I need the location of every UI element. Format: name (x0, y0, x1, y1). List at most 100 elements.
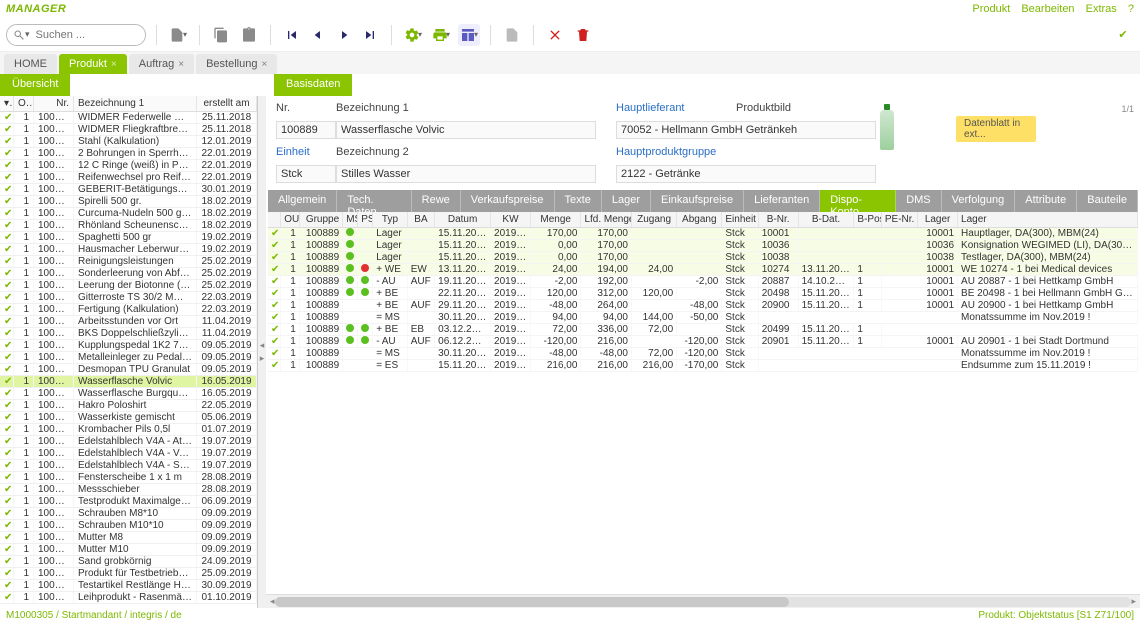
tab-produkt[interactable]: Produkt× (59, 54, 127, 74)
table-row[interactable]: ✔1100889+ BEAUF29.11.20192019/48-48,0026… (268, 300, 1138, 312)
detail-tab-lieferanten[interactable]: Lieferanten (744, 190, 820, 212)
list-item[interactable]: ✔11008632 Bohrungen in Sperrholzzuschnit… (0, 148, 257, 160)
close-icon[interactable]: × (111, 59, 117, 70)
detail-tab-verkaufspreise[interactable]: Verkaufspreise (461, 190, 555, 212)
list-item[interactable]: ✔1100891Wasserflasche Burgquelle16.05.20… (0, 388, 257, 400)
table-row[interactable]: ✔1100889Lager15.11.20192019/460,00170,00… (268, 252, 1138, 264)
list-item[interactable]: ✔1100860WIDMER Fliegkraftbremse25.11.201… (0, 124, 257, 136)
datenblatt-badge[interactable]: Datenblatt in ext... (956, 116, 1036, 142)
detail-tab-lager[interactable]: Lager (602, 190, 651, 212)
table-row[interactable]: ✔1100889- AUAUF19.11.20192019/47-2,00192… (268, 276, 1138, 288)
detail-col-header[interactable]: PS (358, 212, 373, 227)
detail-col-header[interactable]: BA (408, 212, 435, 227)
table-row[interactable]: ✔1100889= MS30.11.20192019/4894,0094,001… (268, 312, 1138, 324)
table-row[interactable]: ✔1100889Lager15.11.20192019/46170,00170,… (268, 228, 1138, 240)
list-item[interactable]: ✔1100903Wasserkiste gemischt05.06.2019 (0, 412, 257, 424)
detail-col-header[interactable]: MS (343, 212, 358, 227)
list-item[interactable]: ✔1100870Curcuma-Nudeln 500 gr Spirelli-.… (0, 208, 257, 220)
list-item[interactable]: ✔110086412 C Ringe (weiß) in Polybeutel … (0, 160, 257, 172)
list-item[interactable]: ✔1100887Metalleinleger zu Pedal 1K2 721 … (0, 352, 257, 364)
col-nr[interactable]: Nr. (34, 96, 74, 111)
list-item[interactable]: ✔1100885BKS Doppelschließzylinder11.04.2… (0, 328, 257, 340)
detail-col-header[interactable]: OU (281, 212, 300, 227)
field-einheit[interactable]: Stck (276, 165, 336, 183)
horizontal-scrollbar[interactable]: ◂ ▸ (266, 594, 1140, 608)
detail-col-header[interactable]: Datum (435, 212, 491, 227)
list-item[interactable]: ✔1100879Leerung der Biotonne (Biosomm...… (0, 280, 257, 292)
detail-col-header[interactable]: Lager (958, 212, 1138, 227)
menu-help[interactable]: ? (1128, 3, 1134, 15)
left-subtab-uebersicht[interactable]: Übersicht (0, 74, 70, 96)
prev-icon[interactable] (307, 24, 329, 46)
layout-button[interactable]: ▾ (458, 24, 480, 46)
detail-tab-einkaufspreise[interactable]: Einkaufspreise (651, 190, 744, 212)
list-item[interactable]: ✔1100871Rhönland Scheunenschinken 50...1… (0, 220, 257, 232)
list-item[interactable]: ✔1100940Sand grobkörnig24.09.2019 (0, 556, 257, 568)
detail-tab-dispo-konto[interactable]: Dispo-Konto (820, 190, 896, 212)
menu-produkt[interactable]: Produkt (972, 3, 1010, 15)
list-item[interactable]: ✔1100878Sonderleerung von Abfallbehälter… (0, 268, 257, 280)
detail-col-header[interactable] (268, 212, 281, 227)
splitter[interactable]: ◂▸ (258, 96, 266, 608)
list-item[interactable]: ✔1100934Schrauben M10*1009.09.2019 (0, 520, 257, 532)
col-filter-icon[interactable]: ▾ (0, 96, 14, 111)
delete-button[interactable] (572, 24, 594, 46)
list-item[interactable]: ✔1100929Testprodukt Maximalgewicht06.09.… (0, 496, 257, 508)
list-item[interactable]: ✔1100862Stahl (Kalkulation)12.01.2019 (0, 136, 257, 148)
col-erstellt[interactable]: erstellt am (197, 96, 257, 111)
col-oe[interactable]: OE (14, 96, 34, 111)
detail-col-header[interactable]: Einheit (722, 212, 758, 227)
field-nr[interactable]: 100889 (276, 121, 336, 139)
detail-col-header[interactable]: Menge (531, 212, 582, 227)
last-icon[interactable] (359, 24, 381, 46)
detail-tab-bauteile[interactable]: Bauteile (1077, 190, 1138, 212)
list-item[interactable]: ✔1100942Produkt für Testbetriebsmittel25… (0, 568, 257, 580)
table-row[interactable]: ✔1100889Lager15.11.20192019/460,00170,00… (268, 240, 1138, 252)
lbl-hpg[interactable]: Hauptproduktgruppe (616, 146, 876, 158)
list-item[interactable]: ✔1100888Desmopan TPU Granulat09.05.2019 (0, 364, 257, 376)
list-item[interactable]: ✔1100923Edelstahlblech V4A - Attribute19… (0, 436, 257, 448)
search-box[interactable]: ▾ (6, 24, 146, 46)
new-button[interactable]: ▾ (167, 24, 189, 46)
list-item[interactable]: ✔1100889Wasserflasche Volvic16.05.2019 (0, 376, 257, 388)
close-icon[interactable]: × (178, 59, 184, 70)
first-icon[interactable] (281, 24, 303, 46)
list-item[interactable]: ✔1100935Mutter M809.09.2019 (0, 532, 257, 544)
table-row[interactable]: ✔1100889= MS30.11.20192019/48-48,00-48,0… (268, 348, 1138, 360)
detail-col-header[interactable]: Typ (373, 212, 408, 227)
field-hpg[interactable]: 2122 - Getränke (616, 165, 876, 183)
field-hauptlieferant[interactable]: 70052 - Hellmann GmbH Getränkeh (616, 121, 876, 139)
export-button[interactable] (501, 24, 523, 46)
list-item[interactable]: ✔1100873Spaghetti 500 gr19.02.2019 (0, 232, 257, 244)
tab-home[interactable]: HOME (4, 54, 57, 74)
field-bez1[interactable]: Wasserflasche Volvic (336, 121, 596, 139)
list-item[interactable]: ✔1100926Edelstahlblech V4A - Steelpreis1… (0, 460, 257, 472)
list-item[interactable]: ✔1100928Messschieber28.08.2019 (0, 484, 257, 496)
list-item[interactable]: ✔1100875Hausmacher Leberwurst 400g19.02.… (0, 244, 257, 256)
detail-tab-rewe[interactable]: Rewe (412, 190, 461, 212)
confirm-icon[interactable]: ✔ (1112, 24, 1134, 46)
list-item[interactable]: ✔1100859WIDMER Federwelle mit Kugellag..… (0, 112, 257, 124)
detail-col-header[interactable]: B-Dat. (799, 212, 855, 227)
detail-col-header[interactable]: PE-Nr. (882, 212, 918, 227)
list-item[interactable]: ✔1100927Fensterscheibe 1 x 1 m28.08.2019 (0, 472, 257, 484)
detail-col-header[interactable]: Abgang (677, 212, 722, 227)
list-item[interactable]: ✔1100933Schrauben M8*1009.09.2019 (0, 508, 257, 520)
detail-tab-allgemein[interactable]: Allgemein (268, 190, 337, 212)
detail-tab-tech-daten[interactable]: Tech. Daten (337, 190, 411, 212)
list-item[interactable]: ✔1100877Reinigungsleistungen25.02.2019 (0, 256, 257, 268)
next-icon[interactable] (333, 24, 355, 46)
close-record-button[interactable] (544, 24, 566, 46)
detail-col-header[interactable]: KW (491, 212, 531, 227)
detail-col-header[interactable]: Lfd. Menge (581, 212, 632, 227)
list-item[interactable]: ✔1100924Edelstahlblech V4A - Varianten19… (0, 448, 257, 460)
table-row[interactable]: ✔1100889= ES15.11.20192019/46216,00216,0… (268, 360, 1138, 372)
right-subtab-basisdaten[interactable]: Basisdaten (274, 74, 352, 96)
table-row[interactable]: ✔1100889+ BE22.11.20192019/47120,00312,0… (268, 288, 1138, 300)
close-icon[interactable]: × (261, 59, 267, 70)
detail-col-header[interactable]: B-Pos. (854, 212, 881, 227)
tab-bestellung[interactable]: Bestellung× (196, 54, 277, 74)
tab-auftrag[interactable]: Auftrag× (129, 54, 194, 74)
lbl-einheit[interactable]: Einheit (276, 146, 336, 158)
list-item[interactable]: ✔1100866GEBERIT-Betätigungsplatte 200 F3… (0, 184, 257, 196)
